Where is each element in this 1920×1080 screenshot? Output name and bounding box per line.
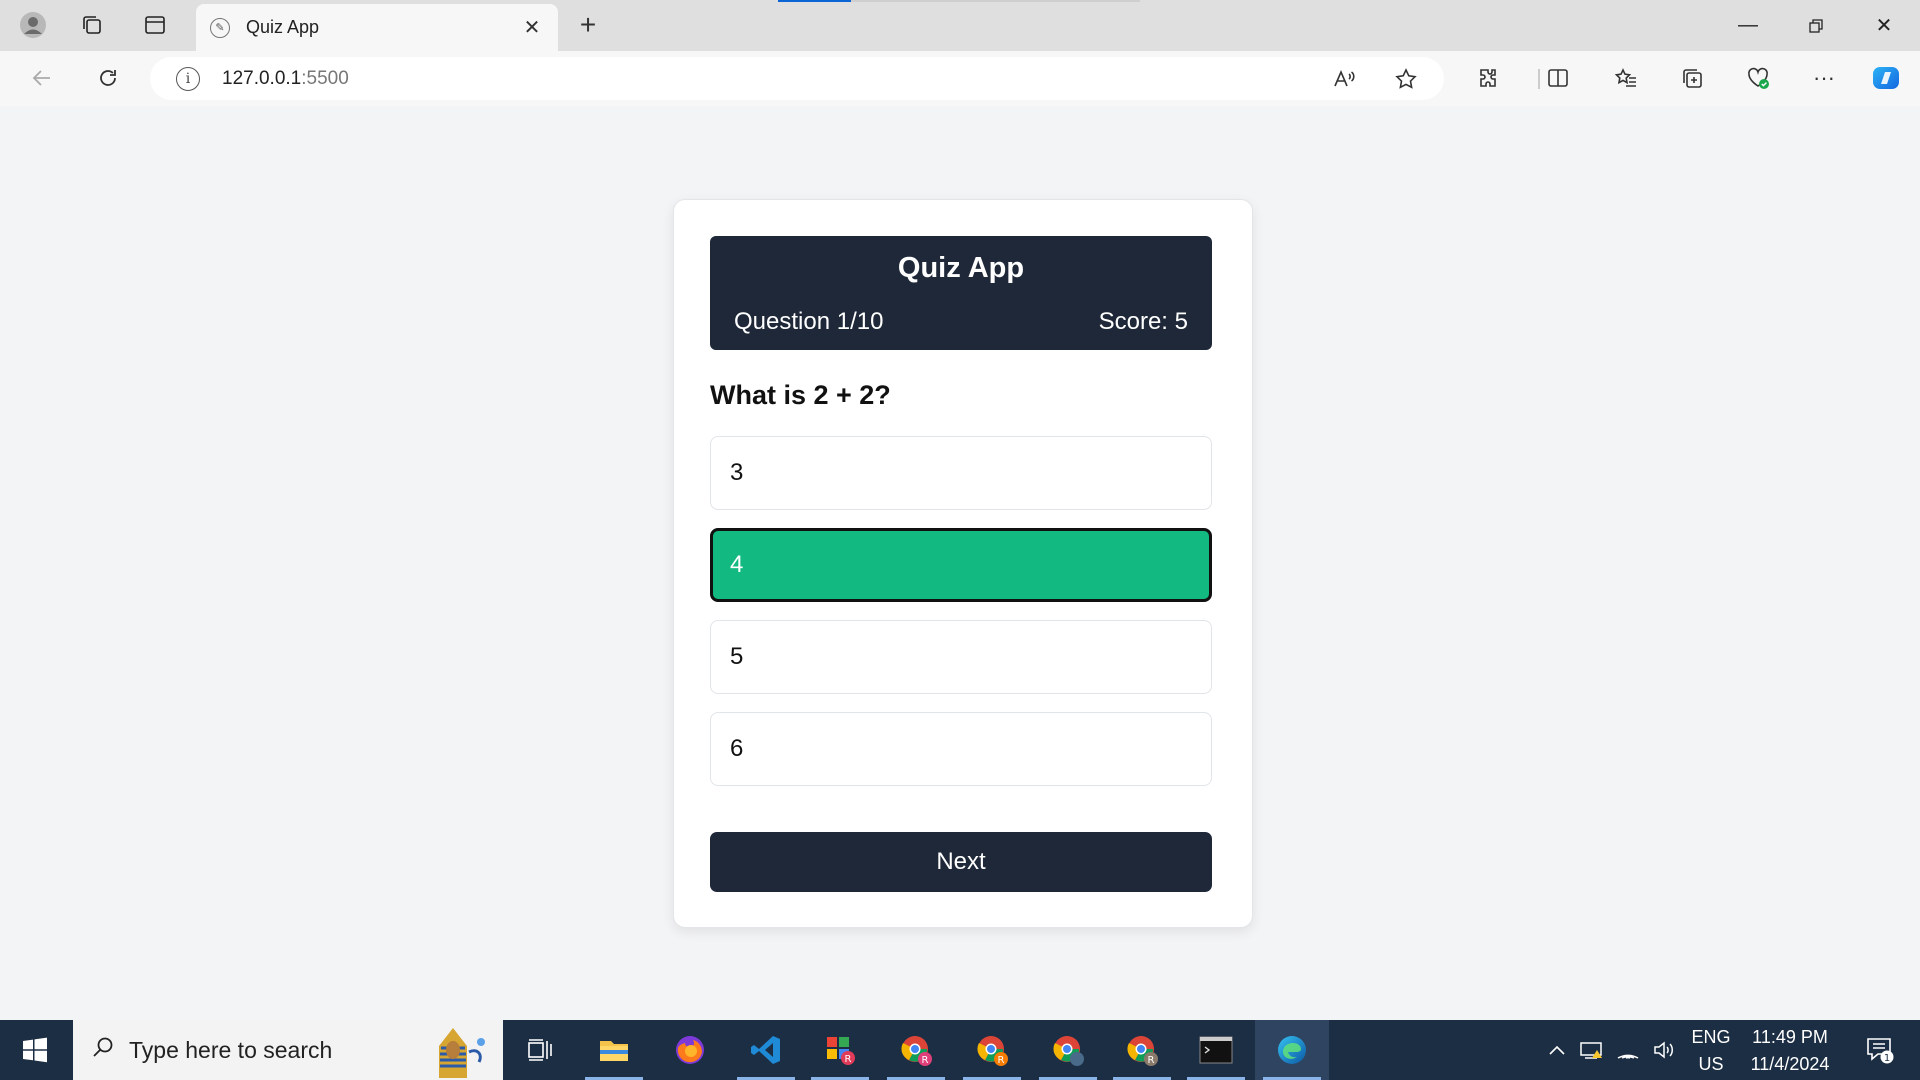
chrome-profile-icon[interactable]: R — [955, 1020, 1029, 1080]
back-arrow-icon[interactable] — [22, 60, 62, 96]
next-button[interactable]: Next — [710, 832, 1212, 892]
site-info-icon[interactable]: i — [176, 66, 200, 91]
extensions-icon[interactable] — [1468, 60, 1508, 96]
svg-text:R: R — [1148, 1055, 1155, 1066]
workspaces-icon[interactable] — [70, 8, 114, 42]
answer-option-label: 4 — [730, 551, 744, 578]
page-viewport: Quiz App Question 1/10 Score: 5 What is … — [6, 106, 1914, 1016]
page-favicon-icon: ✎ — [210, 17, 230, 38]
answer-option-label: 3 — [730, 459, 744, 486]
question-text: What is 2 + 2? — [710, 380, 891, 410]
browser-tab-bar: ✎ Quiz App ✕ + — ✕ — [0, 0, 1920, 51]
quiz-card: Quiz App Question 1/10 Score: 5 What is … — [673, 199, 1253, 928]
answer-option[interactable]: 6 — [710, 712, 1212, 786]
favorite-star-icon[interactable] — [1388, 63, 1424, 95]
volume-icon[interactable] — [1648, 1020, 1680, 1080]
answer-option-selected[interactable]: 4 — [710, 528, 1212, 602]
svg-text:R: R — [998, 1055, 1005, 1066]
region-code: US — [1698, 1054, 1724, 1074]
new-tab-button[interactable]: + — [568, 8, 608, 42]
loading-bar — [778, 0, 1140, 2]
show-hidden-icons-chevron-icon[interactable] — [1542, 1020, 1572, 1080]
chrome-profile-icon[interactable]: R — [1105, 1020, 1179, 1080]
quiz-header: Quiz App Question 1/10 Score: 5 — [710, 236, 1212, 350]
wifi-icon[interactable] — [1612, 1020, 1644, 1080]
search-icon — [91, 1035, 115, 1066]
taskbar-search-box[interactable]: Type here to search — [73, 1020, 503, 1080]
app-launcher-icon[interactable]: R — [803, 1020, 877, 1080]
svg-text:R: R — [922, 1055, 929, 1066]
split-screen-icon[interactable] — [1538, 60, 1578, 96]
chrome-profile-icon[interactable] — [1031, 1020, 1105, 1080]
tab-title: Quiz App — [246, 17, 320, 37]
notification-count: 1 — [1884, 1053, 1890, 1064]
address-bar[interactable]: i 127.0.0.1:5500 — [150, 57, 1444, 100]
minimize-button[interactable]: — — [1714, 0, 1782, 51]
tab-actions-icon[interactable] — [133, 8, 177, 42]
notifications-icon[interactable]: 1 — [1850, 1020, 1910, 1080]
read-aloud-icon[interactable] — [1326, 63, 1362, 95]
svg-text:R: R — [845, 1054, 852, 1065]
url-text: 127.0.0.1:5500 — [222, 67, 349, 89]
clock-time: 11:49 PM — [1752, 1027, 1828, 1047]
pharaoh-search-highlight-icon — [409, 1022, 495, 1078]
task-view-icon[interactable] — [503, 1020, 577, 1080]
refresh-icon[interactable] — [88, 60, 128, 96]
question-counter: Question 1/10 — [734, 308, 884, 335]
chrome-profile-icon[interactable]: R — [879, 1020, 953, 1080]
more-options-icon[interactable]: ··· — [1804, 60, 1844, 96]
taskbar-clock[interactable]: 11:49 PM 11/4/2024 — [1740, 1024, 1840, 1078]
answer-option[interactable]: 5 — [710, 620, 1212, 694]
terminal-icon[interactable] — [1179, 1020, 1253, 1080]
tab-close-icon[interactable]: ✕ — [520, 15, 544, 40]
answer-option-label: 6 — [730, 735, 744, 762]
copilot-icon[interactable] — [1866, 60, 1906, 96]
answer-option[interactable]: 3 — [710, 436, 1212, 510]
edge-icon[interactable] — [1255, 1020, 1329, 1080]
collections-icon[interactable] — [1672, 60, 1712, 96]
language-indicator[interactable]: ENG US — [1686, 1024, 1736, 1078]
browser-essentials-icon[interactable] — [1738, 60, 1778, 96]
clock-date: 11/4/2024 — [1750, 1054, 1830, 1074]
firefox-icon[interactable] — [653, 1020, 727, 1080]
file-explorer-icon[interactable] — [577, 1020, 651, 1080]
browser-toolbar: i 127.0.0.1:5500 ··· — [0, 51, 1920, 106]
start-button[interactable] — [0, 1020, 70, 1080]
power-icon[interactable] — [1576, 1020, 1608, 1080]
vscode-icon[interactable] — [729, 1020, 803, 1080]
language-code: ENG — [1691, 1027, 1731, 1047]
tab-quiz-app[interactable]: ✎ Quiz App ✕ — [196, 4, 558, 51]
close-window-button[interactable]: ✕ — [1850, 0, 1918, 51]
restore-button[interactable] — [1782, 0, 1850, 51]
search-placeholder: Type here to search — [129, 1036, 333, 1063]
favorites-icon[interactable] — [1606, 60, 1646, 96]
profile-icon[interactable] — [11, 8, 55, 42]
windows-taskbar: Type here to search R R R R ENG US 11:49… — [0, 1020, 1920, 1080]
score-display: Score: 5 — [1098, 308, 1188, 335]
answer-option-label: 5 — [730, 643, 744, 670]
app-title: Quiz App — [897, 252, 1025, 284]
